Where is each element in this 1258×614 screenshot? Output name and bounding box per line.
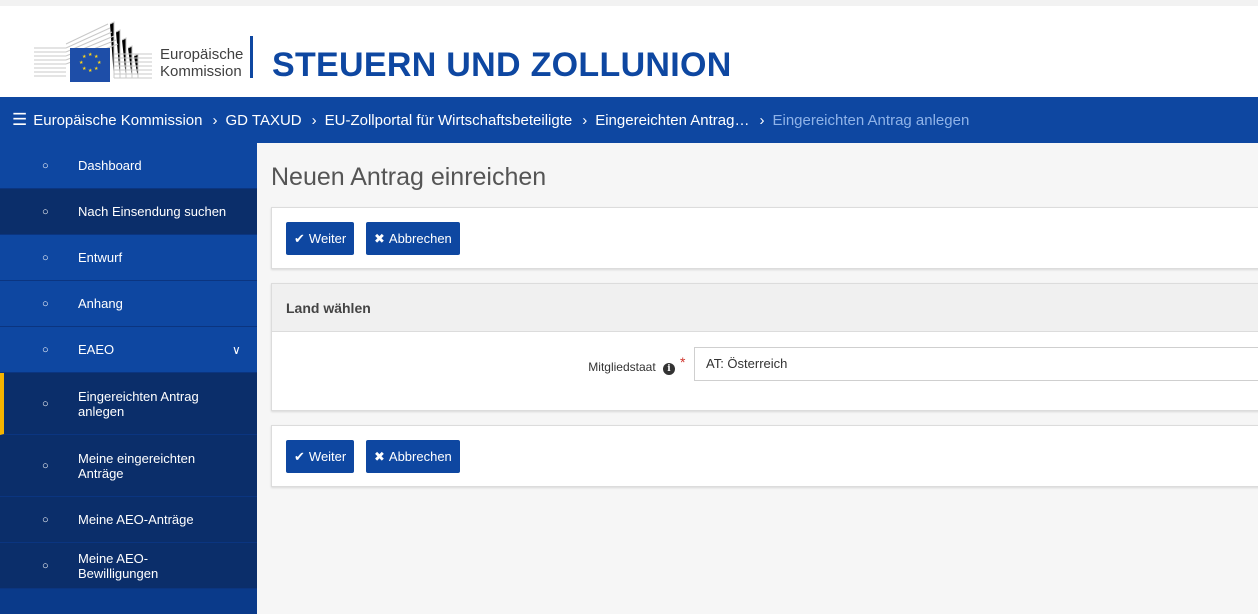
svg-text:★: ★ xyxy=(88,68,93,74)
member-state-label: Mitgliedstaat i xyxy=(588,360,675,375)
sidebar-item-draft[interactable]: ○ Entwurf xyxy=(0,235,257,281)
chevron-down-icon: ∨ xyxy=(232,342,241,357)
breadcrumb-item-commission[interactable]: Europäische Kommission xyxy=(33,112,202,129)
sidebar-item-label: Anhang xyxy=(78,296,123,311)
sidebar-item-label: Meine AEO-Anträge xyxy=(78,512,194,527)
country-panel: Land wählen Mitgliedstaat i * AT: Österr… xyxy=(271,283,1258,411)
cancel-button-bottom[interactable]: ✖ Abbrechen xyxy=(366,440,460,473)
chevron-right-icon: › xyxy=(582,111,588,129)
check-icon: ✔ xyxy=(294,230,305,246)
svg-text:★: ★ xyxy=(94,66,99,72)
circle-bullet-icon: ○ xyxy=(42,513,49,526)
svg-text:★: ★ xyxy=(82,66,87,72)
continue-button-bottom[interactable]: ✔ Weiter xyxy=(286,440,355,473)
circle-bullet-icon: ○ xyxy=(42,297,49,310)
cancel-button-label: Abbrechen xyxy=(388,231,452,246)
logo-text: Europäische Kommission xyxy=(160,46,243,80)
sidebar-item-dashboard[interactable]: ○ Dashboard xyxy=(0,143,257,189)
circle-bullet-icon: ○ xyxy=(42,205,49,218)
logo-line-1: Europäische xyxy=(160,46,244,63)
cancel-button-label: Abbrechen xyxy=(388,449,452,464)
sidebar-item-label: EAEO xyxy=(78,342,115,357)
svg-text:★: ★ xyxy=(79,60,84,66)
hamburger-menu-icon[interactable]: ☰ xyxy=(12,110,27,130)
breadcrumb-item-taxud[interactable]: GD TAXUD xyxy=(226,112,302,129)
svg-text:★: ★ xyxy=(88,52,93,58)
circle-bullet-icon: ○ xyxy=(42,397,49,410)
sidebar-item-label: Eingereichten Antrag anlegen xyxy=(78,388,199,419)
logo-divider xyxy=(250,36,253,78)
sidebar-item-label: Meine eingereichten Anträge xyxy=(78,450,196,481)
page-title: Neuen Antrag einreichen xyxy=(271,163,547,191)
continue-button[interactable]: ✔ Weiter xyxy=(286,222,355,255)
chevron-right-icon: › xyxy=(212,111,218,129)
sidebar-item-label: Meine AEO-Bewilligungen xyxy=(78,550,159,581)
site-header: ★ ★ ★ ★ ★ ★ ★ ★ Europäische Kommission STEUERN… xyxy=(0,0,1258,94)
bottom-action-panel: ✔ Weiter ✖ Abbrechen xyxy=(271,425,1258,487)
sidebar-item-attachment[interactable]: ○ Anhang xyxy=(0,281,257,327)
sidebar-item-create-application[interactable]: ○ Eingereichten Antrag anlegen xyxy=(0,373,257,435)
logo-line-2: Kommission xyxy=(160,63,242,80)
required-marker: * xyxy=(680,354,686,370)
section-title: Land wählen xyxy=(272,284,1258,332)
close-icon: ✖ xyxy=(374,230,385,246)
breadcrumb-item-portal[interactable]: EU-Zollportal für Wirtschaftsbeteiligte xyxy=(325,112,573,129)
member-state-label-text: Mitgliedstaat xyxy=(588,360,656,374)
cancel-button[interactable]: ✖ Abbrechen xyxy=(366,222,460,255)
circle-bullet-icon: ○ xyxy=(42,559,49,572)
sidebar-item-my-submitted[interactable]: ○ Meine eingereichten Anträge xyxy=(0,435,257,497)
sidebar: ○ Dashboard ○ Nach Einsendung suchen ○ E… xyxy=(0,143,257,614)
continue-button-label: Weiter xyxy=(308,449,347,464)
member-state-row: Mitgliedstaat i * AT: Österreich xyxy=(272,332,1258,412)
sidebar-item-my-aeo-authorisations[interactable]: ○ Meine AEO-Bewilligungen xyxy=(0,543,257,589)
svg-text:★: ★ xyxy=(82,54,87,60)
chevron-right-icon: › xyxy=(759,111,765,129)
circle-bullet-icon: ○ xyxy=(42,343,49,356)
member-state-select[interactable]: AT: Österreich xyxy=(694,347,1258,381)
sidebar-item-label: Nach Einsendung suchen xyxy=(78,204,227,219)
commission-building-logo-icon: ★ ★★★ ★★★★ xyxy=(34,21,152,82)
chevron-right-icon: › xyxy=(311,111,317,129)
sidebar-item-label: Entwurf xyxy=(78,250,123,265)
sidebar-item-eaeo[interactable]: ○ EAEO ∨ xyxy=(0,327,257,373)
sidebar-item-label: Dashboard xyxy=(78,158,142,173)
main-content: Neuen Antrag einreichen ✔ Weiter ✖ Abbre… xyxy=(257,143,1258,614)
close-icon: ✖ xyxy=(374,448,385,464)
circle-bullet-icon: ○ xyxy=(42,159,49,172)
breadcrumb: ☰ Europäische Kommission › GD TAXUD › EU… xyxy=(0,97,1258,143)
breadcrumb-item-application[interactable]: Eingereichten Antrag… xyxy=(595,112,749,129)
breadcrumb-current: Eingereichten Antrag anlegen xyxy=(772,111,970,129)
circle-bullet-icon: ○ xyxy=(42,459,49,472)
info-icon[interactable]: i xyxy=(663,363,675,375)
eu-commission-logo[interactable]: ★ ★ ★ ★ ★ ★ ★ ★ Europäische Kommission xyxy=(30,18,250,88)
site-title: STEUERN UND ZOLLUNION xyxy=(272,46,732,84)
check-icon: ✔ xyxy=(294,448,305,464)
continue-button-label: Weiter xyxy=(308,231,347,246)
circle-bullet-icon: ○ xyxy=(42,251,49,264)
sidebar-item-my-aeo-applications[interactable]: ○ Meine AEO-Anträge xyxy=(0,497,257,543)
top-action-panel: ✔ Weiter ✖ Abbrechen xyxy=(271,207,1258,269)
sidebar-item-search[interactable]: ○ Nach Einsendung suchen xyxy=(0,189,257,235)
